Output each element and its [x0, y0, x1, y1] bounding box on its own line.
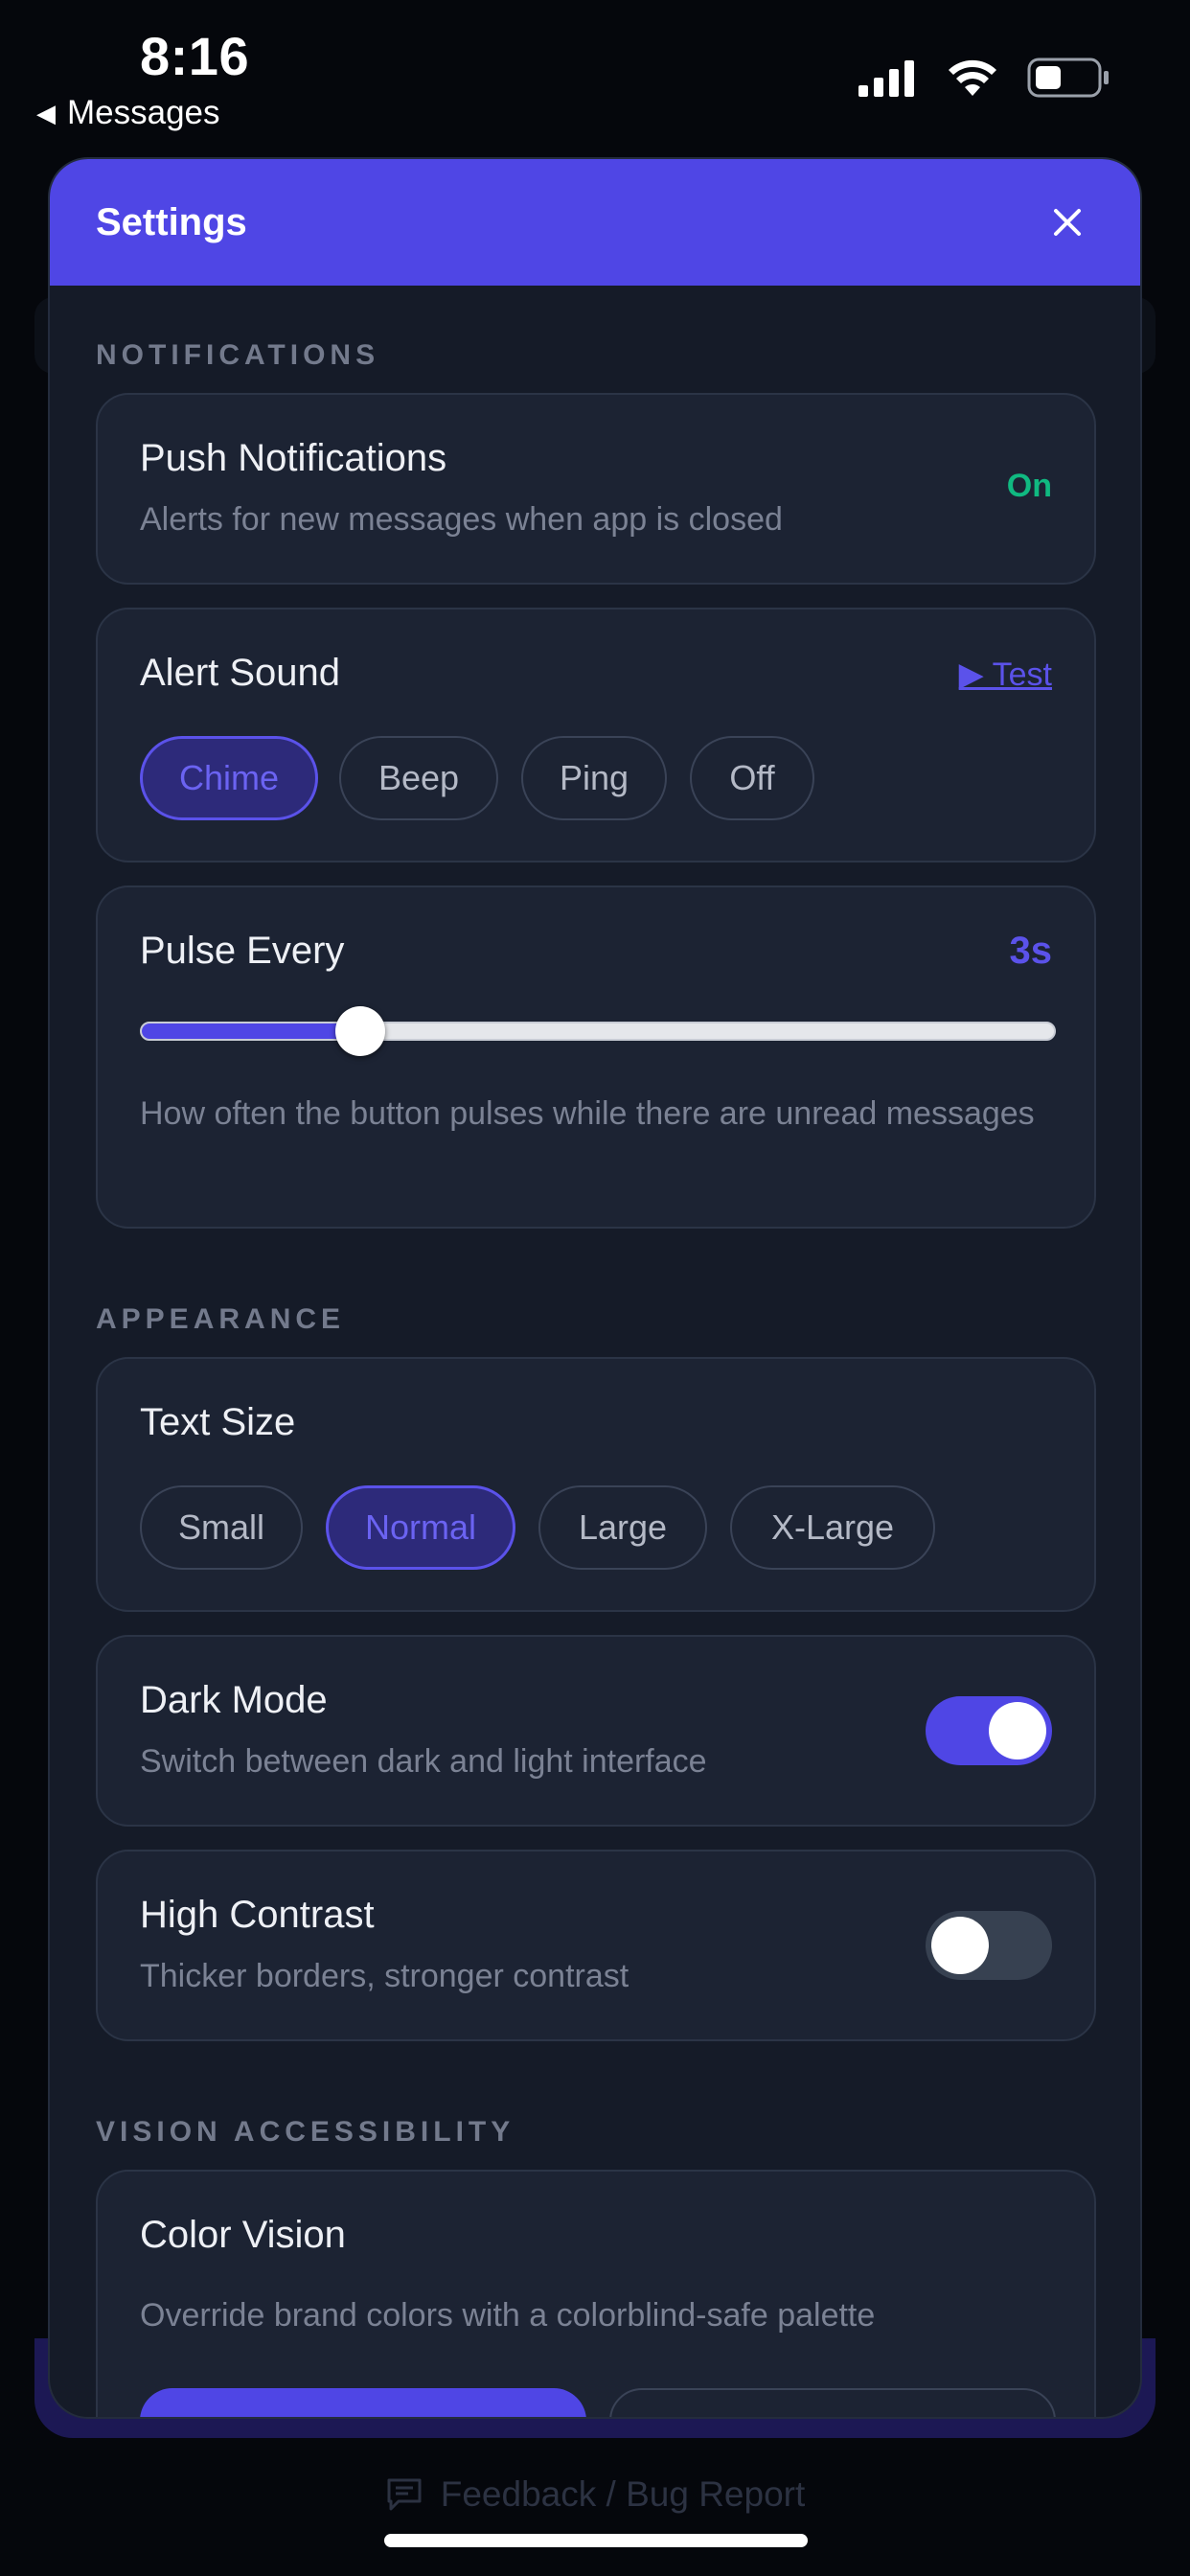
cellular-signal-icon: [858, 60, 914, 97]
text-size-small[interactable]: Small: [140, 1485, 303, 1570]
alert-sound-card: Alert Sound ▶ Test Chime Beep Ping Off: [96, 608, 1096, 862]
high-contrast-title: High Contrast: [140, 1894, 375, 1936]
text-size-normal[interactable]: Normal: [326, 1485, 515, 1570]
sound-option-off[interactable]: Off: [690, 736, 814, 820]
color-vision-card: Color Vision Override brand colors with …: [96, 2170, 1096, 2417]
sound-option-beep[interactable]: Beep: [339, 736, 498, 820]
dark-mode-title: Dark Mode: [140, 1679, 328, 1721]
high-contrast-toggle[interactable]: [926, 1911, 1052, 1980]
push-status[interactable]: On: [1007, 468, 1052, 505]
color-vision-title: Color Vision: [140, 2214, 346, 2256]
test-sound-link[interactable]: ▶ Test: [959, 656, 1052, 694]
back-to-messages[interactable]: ◀ Messages: [36, 94, 220, 132]
color-vision-subtitle: Override brand colors with a colorblind-…: [140, 2297, 876, 2334]
pulse-value: 3s: [1009, 930, 1053, 972]
push-notifications-title: Push Notifications: [140, 437, 447, 479]
feedback-label: Feedback / Bug Report: [440, 2474, 806, 2514]
alert-sound-title: Alert Sound: [140, 652, 341, 694]
feedback-link[interactable]: Feedback / Bug Report: [0, 2474, 1190, 2515]
status-icons: [858, 58, 1110, 98]
home-indicator[interactable]: [384, 2534, 808, 2547]
settings-modal: Settings NOTIFICATIONS Push Notification…: [48, 157, 1142, 2419]
toggle-knob: [989, 1702, 1046, 1760]
sound-option-chime[interactable]: Chime: [140, 736, 318, 820]
text-size-title: Text Size: [140, 1401, 296, 1443]
text-size-large[interactable]: Large: [538, 1485, 707, 1570]
high-contrast-card: High Contrast Thicker borders, stronger …: [96, 1850, 1096, 2041]
text-size-card: Text Size Small Normal Large X-Large: [96, 1357, 1096, 1612]
message-square-icon: [387, 2478, 422, 2511]
dark-mode-subtitle: Switch between dark and light interface: [140, 1743, 707, 1780]
push-notifications-subtitle: Alerts for new messages when app is clos…: [140, 501, 783, 538]
battery-icon: [1027, 58, 1109, 98]
section-label-vision: VISION ACCESSIBILITY: [96, 2116, 515, 2148]
pulse-description: How often the button pulses while there …: [140, 1095, 1035, 1132]
color-vision-option-secondary[interactable]: [609, 2388, 1056, 2417]
toggle-knob: [931, 1917, 989, 1974]
high-contrast-subtitle: Thicker borders, stronger contrast: [140, 1958, 629, 1994]
pulse-slider-thumb[interactable]: [335, 1006, 386, 1056]
back-label: Messages: [67, 94, 220, 131]
color-vision-option-primary[interactable]: [140, 2388, 586, 2417]
text-size-x-large[interactable]: X-Large: [730, 1485, 935, 1570]
status-time: 8:16: [140, 26, 250, 86]
back-triangle-icon: ◀: [36, 98, 56, 127]
dark-mode-toggle[interactable]: [926, 1696, 1052, 1765]
dark-mode-card: Dark Mode Switch between dark and light …: [96, 1635, 1096, 1827]
section-label-appearance: APPEARANCE: [96, 1303, 346, 1335]
pulse-slider[interactable]: [140, 1006, 1056, 1056]
close-icon: [1054, 209, 1081, 236]
pulse-every-card: Pulse Every 3s How often the button puls…: [96, 886, 1096, 1229]
modal-header: Settings: [50, 159, 1140, 286]
sound-option-ping[interactable]: Ping: [521, 736, 667, 820]
modal-title: Settings: [96, 200, 247, 243]
push-notifications-card[interactable]: Push Notifications Alerts for new messag…: [96, 393, 1096, 585]
close-button[interactable]: [1041, 196, 1094, 249]
section-label-notifications: NOTIFICATIONS: [96, 339, 380, 371]
wifi-icon: [949, 59, 996, 96]
pulse-slider-fill: [142, 1024, 361, 1039]
pulse-every-title: Pulse Every: [140, 930, 345, 972]
